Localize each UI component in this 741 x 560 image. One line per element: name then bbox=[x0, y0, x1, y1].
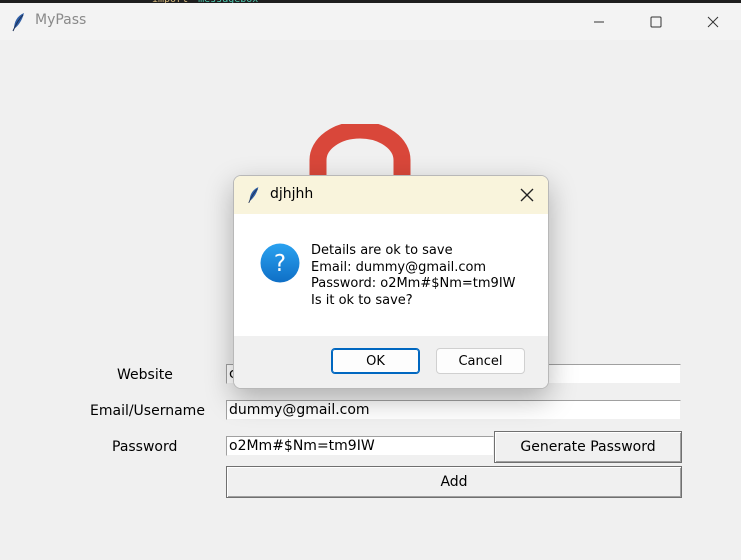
generate-password-button[interactable]: Generate Password bbox=[494, 431, 682, 463]
feather-icon bbox=[12, 13, 24, 32]
dialog-title: djhjhh bbox=[270, 186, 314, 202]
dialog-message-line: Details are ok to save bbox=[311, 243, 453, 258]
question-icon: ? bbox=[260, 243, 300, 283]
maximize-button[interactable] bbox=[633, 3, 679, 40]
close-icon bbox=[520, 188, 534, 202]
cancel-button[interactable]: Cancel bbox=[436, 348, 525, 374]
minimize-icon bbox=[594, 21, 604, 22]
window-title: MyPass bbox=[35, 12, 87, 28]
email-username-label: Email/Username bbox=[90, 403, 205, 419]
dialog-body: ? Details are ok to save Email: dummy@gm… bbox=[234, 214, 548, 336]
confirm-dialog: djhjhh ? Details are ok to save Email: d… bbox=[233, 175, 549, 389]
dialog-message-line: Email: dummy@gmail.com bbox=[311, 259, 487, 275]
feather-icon bbox=[248, 187, 259, 204]
website-label: Website bbox=[117, 367, 173, 383]
close-button[interactable] bbox=[690, 3, 736, 40]
dialog-message-line: Password: o2Mm#$Nm=tm9IW bbox=[311, 276, 516, 291]
add-button[interactable]: Add bbox=[226, 466, 682, 498]
window-titlebar[interactable]: MyPass bbox=[0, 3, 741, 40]
ok-button[interactable]: OK bbox=[331, 348, 420, 374]
maximize-icon bbox=[650, 16, 662, 27]
dialog-message: Details are ok to save Email: dummy@gmai… bbox=[311, 243, 516, 309]
lock-logo-image bbox=[309, 124, 411, 180]
close-icon bbox=[707, 16, 719, 27]
svg-text:?: ? bbox=[274, 251, 286, 277]
dialog-close-button[interactable] bbox=[512, 180, 542, 210]
minimize-button[interactable] bbox=[576, 3, 622, 40]
email-username-input[interactable]: dummy@gmail.com bbox=[226, 400, 681, 420]
password-input[interactable]: o2Mm#$Nm=tm9IW bbox=[226, 436, 494, 456]
dialog-message-line: Is it ok to save? bbox=[311, 292, 413, 308]
password-label: Password bbox=[112, 439, 178, 455]
dialog-button-bar: OK Cancel bbox=[234, 336, 548, 388]
dialog-titlebar[interactable]: djhjhh bbox=[234, 176, 548, 214]
